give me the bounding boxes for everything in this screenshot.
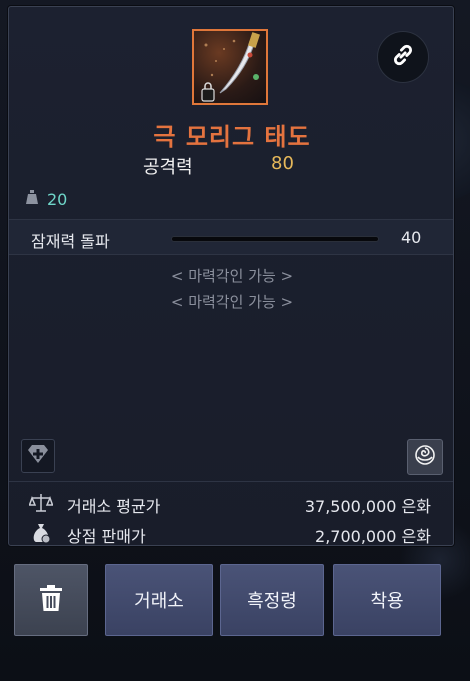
shop-price-row: 상점 판매가 2,700,000 은화 [9,518,453,548]
market-button[interactable]: 거래소 [105,564,213,636]
scale-icon [28,491,54,515]
discard-button[interactable] [14,564,88,636]
money-bag-icon [29,521,53,545]
black-spirit-button[interactable]: 흑정령 [220,564,324,636]
gem-add-icon [27,444,49,468]
rose-button[interactable] [407,439,443,475]
market-price-label: 거래소 평균가 [67,497,161,516]
equip-button[interactable]: 착용 [333,564,441,636]
trash-icon [38,584,64,617]
engraving-slot-1: < 마력각인 가능 > [170,267,294,285]
add-gem-button[interactable] [21,439,55,473]
link-icon [390,42,416,72]
potential-breakthrough-row: 잠재력 돌파 40 [9,219,453,255]
engraving-slot-2: < 마력각인 가능 > [170,293,294,311]
potential-progress-bar [171,236,379,242]
weight-icon [25,189,39,209]
item-name: 극 모리그 태도 [153,123,311,151]
item-tooltip-panel: 극 모리그 태도 공격력 80 20 잠재력 돌파 40 < 마력각인 가능 >… [8,6,454,546]
copy-link-button[interactable] [377,31,429,83]
price-section: 거래소 평균가 37,500,000 은화 상점 판매가 2,700,000 은… [9,481,453,548]
potential-label: 잠재력 돌파 [31,232,110,251]
item-icon [192,29,268,105]
shop-price-value: 2,700,000 은화 [315,527,431,546]
potential-value: 40 [401,228,422,247]
attack-value: 80 [271,153,294,174]
market-price-row: 거래소 평균가 37,500,000 은화 [9,488,453,518]
weight-value: 20 [47,189,68,209]
rose-icon [413,443,437,471]
weight-row: 20 [25,189,67,209]
attack-label: 공격력 [143,157,193,178]
market-price-value: 37,500,000 은화 [304,497,431,516]
shop-price-label: 상점 판매가 [67,527,146,546]
